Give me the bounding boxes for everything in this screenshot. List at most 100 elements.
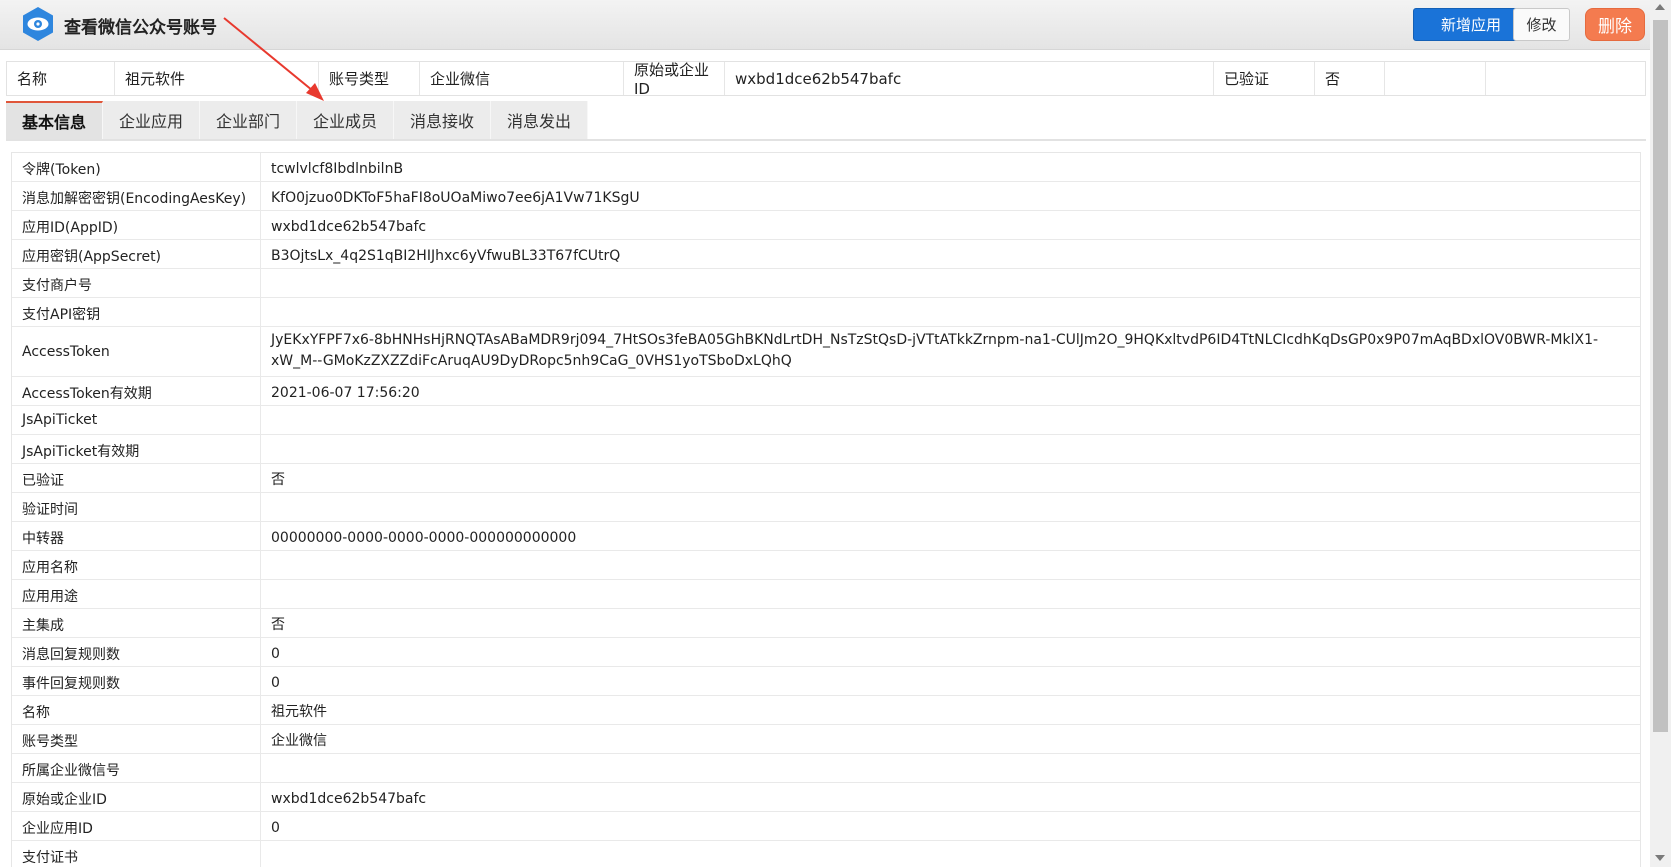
row-label: 名称 [12,696,261,724]
summary-name-label: 名称 [7,62,115,95]
tab-basic-info[interactable]: 基本信息 [6,101,103,139]
detail-table: 令牌(Token) tcwlvlcf8IbdlnbilnB 消息加解密密钥(Enc… [11,152,1641,867]
row-value: 0 [271,820,280,836]
table-row: AccessToken JyEKxYFPF7x6-8bHNHsHjRNQTAsAB… [12,327,1640,377]
table-row: 应用ID(AppID) wxbd1dce62b547bafc [12,211,1640,240]
table-row: 主集成否 [12,609,1640,638]
row-label: 应用ID(AppID) [12,211,261,239]
row-label: 令牌(Token) [12,153,261,181]
row-value: 2021-06-07 17:56:20 [271,385,420,401]
row-label: 消息加解密密钥(EncodingAesKey) [12,182,261,210]
table-row: 原始或企业ID wxbd1dce62b547bafc [12,783,1640,812]
row-value [261,269,1640,297]
title-bar: 查看微信公众号账号 新增应用 修改 删除 [0,0,1650,50]
row-label: 原始或企业ID [12,783,261,811]
row-label: AccessToken有效期 [12,377,261,405]
row-value: tcwlvlcf8IbdlnbilnB [271,161,404,177]
page: 查看微信公众号账号 新增应用 修改 删除 名称 祖元软件 账号类型 企业微信 原… [0,0,1671,867]
table-row: 名称 祖元软件 [12,696,1640,725]
row-value: 否 [271,472,285,488]
summary-type-value: 企业微信 [420,62,624,95]
delete-button[interactable]: 删除 [1585,8,1645,41]
row-label: 支付商户号 [12,269,261,297]
table-row: 支付API密钥 [12,298,1640,327]
row-value: wxbd1dce62b547bafc [271,791,427,807]
tab-enterprise-members[interactable]: 企业成员 [297,101,394,139]
table-row: 验证时间 [12,493,1640,522]
row-label: 企业应用ID [12,812,261,840]
row-label: 账号类型 [12,725,261,753]
table-row: 企业应用ID 0 [12,812,1640,841]
row-value: KfO0jzuo0DKToF5haFI8oUOaMiwo7ee6jA1Vw71K… [271,190,640,206]
row-label: 应用用途 [12,580,261,608]
tab-enterprise-apps[interactable]: 企业应用 [103,101,200,139]
row-value [261,406,1640,434]
row-label: 消息回复规则数 [12,638,261,666]
row-label: 中转器 [12,522,261,550]
row-label: 验证时间 [12,493,261,521]
row-label: 所属企业微信号 [12,754,261,782]
table-row: 应用用途 [12,580,1640,609]
row-value: 0 [271,675,280,691]
row-value [261,493,1640,521]
row-value: wxbd1dce62b547bafc [271,219,427,235]
table-row: 事件回复规则数 0 [12,667,1640,696]
row-label: 应用密钥(AppSecret) [12,240,261,268]
row-label: AccessToken [12,327,261,376]
table-row: 所属企业微信号 [12,754,1640,783]
table-row: 消息加解密密钥(EncodingAesKey) KfO0jzuo0DKToF5ha… [12,182,1640,211]
table-row: 中转器 00000000-0000-0000-0000-000000000000 [12,522,1640,551]
scrollbar-thumb[interactable] [1653,20,1668,732]
row-label: 支付证书 [12,841,261,867]
table-row: 应用密钥(AppSecret) B3OjtsLx_4q2S1qBI2HIJhxc6… [12,240,1640,269]
row-label: JsApiTicket [12,406,261,434]
row-value: JyEKxYFPF7x6-8bHNHsHjRNQTAsABaMDR9rj094_… [271,332,1599,369]
row-value: 00000000-0000-0000-0000-000000000000 [271,530,577,546]
table-row: 账号类型 企业微信 [12,725,1640,754]
row-label: 应用名称 [12,551,261,579]
row-value: 否 [271,617,285,633]
tab-bar: 基本信息 企业应用 企业部门 企业成员 消息接收 消息发出 [6,101,1646,141]
summary-verified-value: 否 [1315,62,1385,95]
scroll-down-icon[interactable] [1655,855,1665,861]
row-value [261,551,1640,579]
row-value [261,298,1640,326]
summary-name-value: 祖元软件 [115,62,319,95]
edit-button[interactable]: 修改 [1513,8,1570,41]
row-label: 主集成 [12,609,261,637]
row-value: 企业微信 [271,733,327,749]
row-value [261,580,1640,608]
row-label: 支付API密钥 [12,298,261,326]
summary-verified-label: 已验证 [1214,62,1315,95]
row-value: 祖元软件 [271,704,327,720]
table-row: 应用名称 [12,551,1640,580]
tab-message-received[interactable]: 消息接收 [394,101,491,139]
tab-message-sent[interactable]: 消息发出 [491,101,588,139]
table-row: 支付证书 [12,841,1640,867]
vertical-scrollbar[interactable] [1650,0,1671,867]
account-summary: 名称 祖元软件 账号类型 企业微信 原始或企业ID wxbd1dce62b547… [6,61,1646,98]
row-value: 0 [271,646,280,662]
row-value [261,754,1640,782]
summary-type-label: 账号类型 [319,62,420,95]
table-row: AccessToken有效期 2021-06-07 17:56:20 [12,377,1640,406]
row-value [261,435,1640,463]
table-row: 消息回复规则数 0 [12,638,1640,667]
row-value: B3OjtsLx_4q2S1qBI2HIJhxc6yVfwuBL33T67fCU… [271,248,621,264]
row-label: 事件回复规则数 [12,667,261,695]
summary-id-label: 原始或企业ID [624,61,725,98]
row-value [261,841,1640,867]
eye-logo-icon [23,7,53,41]
table-row: JsApiTicket有效期 [12,435,1640,464]
tab-enterprise-departments[interactable]: 企业部门 [200,101,297,139]
table-row: 支付商户号 [12,269,1640,298]
add-application-button[interactable]: 新增应用 [1413,8,1529,41]
table-row: 令牌(Token) tcwlvlcf8IbdlnbilnB [12,153,1640,182]
summary-empty-cell [1486,62,1645,95]
scroll-up-icon[interactable] [1655,4,1665,10]
page-title: 查看微信公众号账号 [64,18,217,38]
table-row: JsApiTicket [12,406,1640,435]
summary-id-value: wxbd1dce62b547bafc [725,62,1214,95]
row-label: JsApiTicket有效期 [12,435,261,463]
table-row: 已验证否 [12,464,1640,493]
